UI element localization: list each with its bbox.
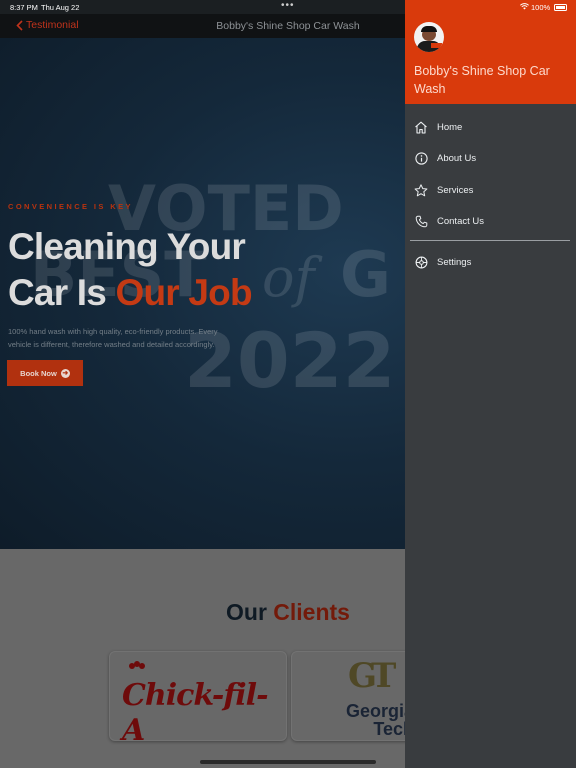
georgia-tech-line2: Tech	[373, 719, 415, 739]
of-watermark: of	[262, 246, 315, 309]
drawer-header: Bobby's Shine Shop Car Wash	[405, 0, 576, 104]
book-now-label: Book Now	[20, 368, 57, 378]
hero-description: 100% hand wash with high quality, eco-fr…	[8, 327, 218, 349]
wifi-icon	[520, 3, 529, 12]
hero-heading-plain: Car Is	[8, 272, 116, 313]
back-label: Testimonial	[26, 19, 79, 31]
page-title: Bobby's Shine Shop Car Wash	[216, 20, 360, 32]
georgia-tech-line1: Georgia	[346, 701, 415, 721]
g-watermark: G	[340, 238, 391, 311]
drawer-title: Bobby's Shine Shop Car Wash	[414, 64, 550, 96]
battery-percent: 100%	[531, 3, 551, 12]
hero-heading: Cleaning Your Car Is Our Job	[8, 224, 253, 316]
menu-item-label: Home	[437, 121, 463, 133]
hero-heading-accent: Our Job	[115, 272, 253, 313]
status-date: Thu Aug 22	[41, 3, 80, 12]
menu-item-services[interactable]: Services	[405, 175, 576, 205]
menu-item-label: Services	[437, 184, 474, 196]
menu-item-label: Settings	[437, 256, 472, 268]
avatar	[414, 22, 444, 52]
drawer-divider	[410, 240, 570, 241]
clients-title-accent: Clients	[273, 599, 350, 625]
chick-fil-a-logo: Chick-fil-A	[122, 678, 269, 741]
hero-heading-line1: Cleaning Your	[8, 226, 246, 267]
navigation-drawer: Bobby's Shine Shop Car Wash Home About U…	[405, 0, 576, 768]
menu-item-about-us[interactable]: About Us	[405, 143, 576, 173]
home-icon	[413, 119, 429, 135]
client-card-chick-fil-a: Chick-fil-A	[109, 651, 287, 741]
home-indicator[interactable]	[200, 760, 376, 764]
multitasking-dots[interactable]: •••	[281, 0, 295, 11]
back-button[interactable]: Testimonial	[16, 19, 79, 31]
settings-icon	[413, 254, 429, 270]
hero-heading-line2: Car Is Our Job	[8, 270, 253, 316]
menu-item-settings[interactable]: Settings	[405, 247, 576, 277]
arrow-right-icon: ➜	[60, 368, 70, 378]
menu-item-home[interactable]: Home	[405, 112, 576, 142]
book-now-button[interactable]: Book Now ➜	[7, 360, 83, 386]
georgia-tech-monogram: GT	[348, 656, 396, 696]
status-time: 8:37 PM	[10, 3, 38, 12]
hero-tagline: CONVENIENCE IS KEY	[8, 202, 133, 211]
clients-title-plain: Our	[226, 599, 267, 625]
battery-icon	[554, 4, 567, 11]
menu-item-label: Contact Us	[437, 215, 484, 227]
chevron-left-icon	[16, 19, 23, 31]
info-icon	[413, 150, 429, 166]
menu-item-label: About Us	[437, 152, 477, 164]
star-icon	[413, 182, 429, 198]
phone-icon	[413, 213, 429, 229]
status-bar: 8:37 PM Thu Aug 22 ••• 100%	[0, 0, 576, 14]
menu-item-contact-us[interactable]: Contact Us	[405, 206, 576, 236]
georgia-tech-wordmark: Georgia Tech	[346, 702, 414, 738]
